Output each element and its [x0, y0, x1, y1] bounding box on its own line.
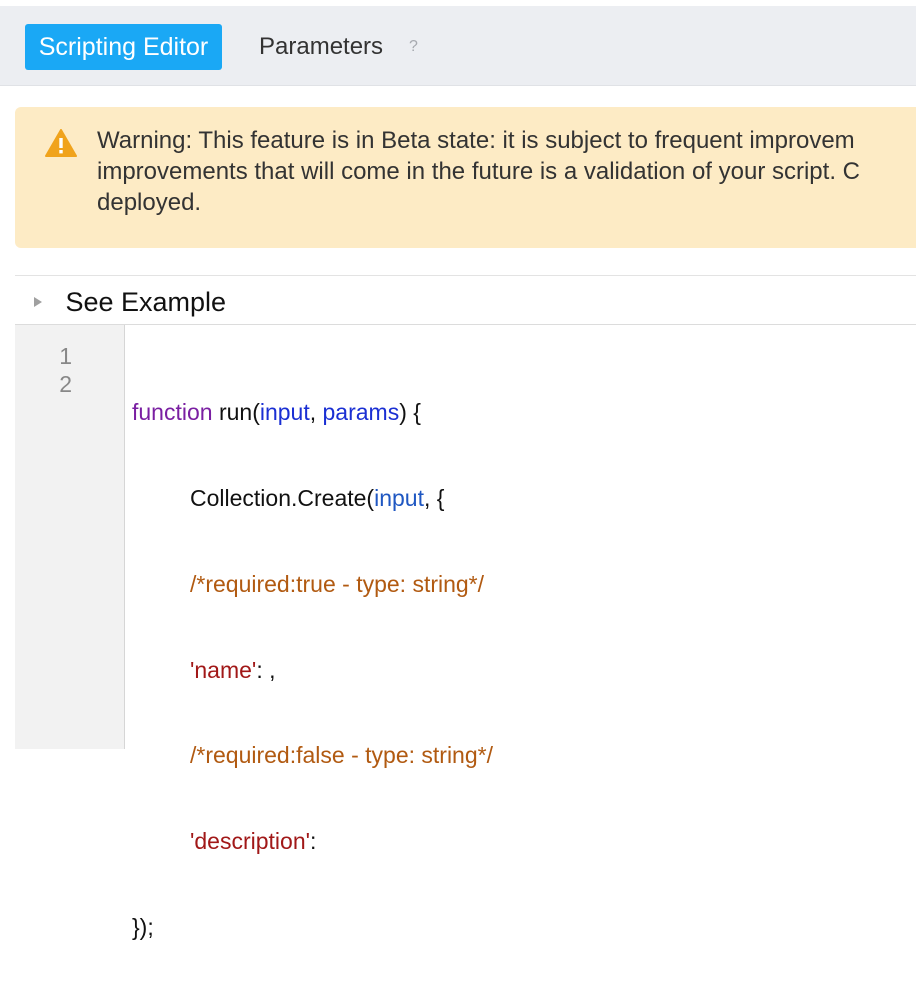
code-editor[interactable]: 1 2 function run(input, params) { Collec…	[15, 324, 916, 940]
warning-text: Warning: This feature is in Beta state: …	[97, 125, 916, 218]
line-number-gutter: 1 2	[15, 325, 125, 749]
editor-tab-bar: Scripting Editor Parameters ?	[0, 6, 916, 86]
divider	[15, 275, 916, 276]
code-line: 'name': ,	[190, 656, 276, 683]
code-line: /*required:false - type: string*/	[190, 742, 493, 769]
line-number: 2	[59, 371, 72, 397]
help-icon[interactable]: ?	[409, 24, 418, 70]
code-line: });	[132, 913, 154, 940]
see-example-label: See Example	[65, 287, 227, 317]
tab-scripting-editor[interactable]: Scripting Editor	[25, 24, 222, 70]
beta-warning-banner: Warning: This feature is in Beta state: …	[15, 107, 916, 248]
warning-line: Warning: This feature is in Beta state: …	[97, 127, 855, 154]
code-line: /*required:true - type: string*/	[190, 570, 485, 597]
code-line: Collection.Create(input, {	[190, 484, 445, 511]
code-content[interactable]: function run(input, params) { Collection…	[132, 341, 493, 999]
warning-line: improvements that will come in the futur…	[97, 158, 860, 185]
code-line: 'description':	[190, 828, 317, 855]
warning-line: deployed.	[97, 189, 202, 216]
code-line: function run(input, params) {	[132, 399, 421, 426]
tab-parameters[interactable]: Parameters	[259, 24, 383, 70]
warning-triangle-icon	[45, 129, 77, 157]
collapse-triangle-icon[interactable]	[34, 297, 42, 307]
see-example-toggle[interactable]: See Example	[30, 284, 226, 320]
line-number: 1	[59, 343, 72, 369]
